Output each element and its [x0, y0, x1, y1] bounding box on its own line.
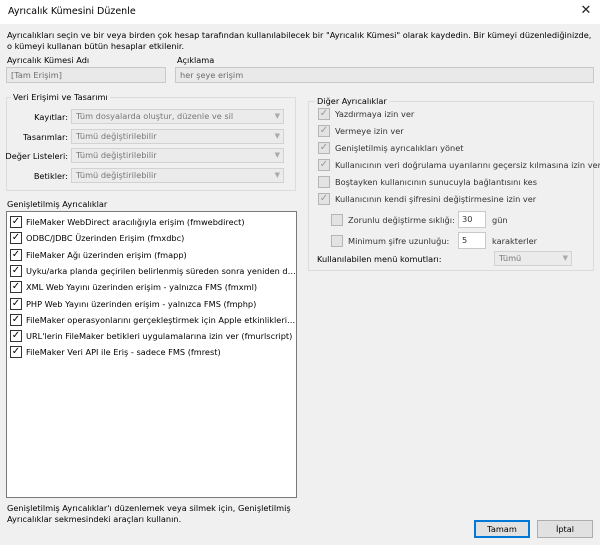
option-label: Genişletilmiş ayrıcalıkları yönet — [335, 143, 464, 153]
checkbox-checked[interactable]: ✓ — [10, 232, 22, 245]
min-length-input[interactable]: 5 — [458, 232, 486, 249]
list-item-label: FileMaker operasyonlarını gerçekleştirme… — [26, 314, 296, 325]
list-item[interactable]: ✓ FileMaker WebDirect aracılığıyla erişi… — [7, 214, 296, 230]
dialog-description: Ayrıcalıkları seçin ve bir veya birden ç… — [7, 30, 592, 51]
list-item-label: PHP Web Yayını üzerinden erişim - yalnız… — [26, 298, 257, 309]
checkbox-checked[interactable]: ✓ — [318, 159, 330, 171]
checkbox-checked[interactable]: ✓ — [318, 193, 330, 205]
list-item[interactable]: ✓ ODBC/JDBC Üzerinden Erişim (fmxdbc) — [7, 230, 296, 246]
checkbox-checked[interactable]: ✓ — [10, 264, 22, 277]
layouts-dropdown-value: Tümü değiştirilebilir — [76, 131, 157, 141]
change-frequency-unit: gün — [492, 215, 508, 225]
data-access-legend: Veri Erişimi ve Tasarımı — [11, 92, 110, 102]
layouts-dropdown[interactable]: Tümü değiştirilebilir ▼ — [71, 129, 284, 144]
override-validation-option[interactable]: ✓ Kullanıcının veri doğrulama uyarıların… — [318, 157, 600, 174]
checkbox-checked[interactable]: ✓ — [10, 281, 22, 294]
list-item-label: ODBC/JDBC Üzerinden Erişim (fmxdbc) — [26, 233, 185, 244]
list-item-label: XML Web Yayını üzerinden erişim - yalnız… — [26, 282, 258, 293]
list-item-label: Uyku/arka planda geçirilen belirlenmiş s… — [26, 265, 296, 276]
menu-commands-dropdown-value: Tümü — [499, 253, 522, 263]
option-label: Boştayken kullanıcının sunucuyla bağlant… — [335, 177, 537, 187]
change-password-option[interactable]: ✓ Kullanıcının kendi şifresini değiştirm… — [318, 191, 592, 208]
description-field-label: Açıklama — [177, 55, 215, 65]
scripts-dropdown[interactable]: Tümü değiştirilebilir ▼ — [71, 168, 284, 183]
name-field-label: Ayrıcalık Kümesi Adı — [7, 55, 90, 65]
list-item-label: FileMaker Ağı üzerinden erişim (fmapp) — [26, 249, 187, 260]
menu-commands-dropdown[interactable]: Tümü ▼ — [494, 251, 572, 266]
list-item-label: FileMaker WebDirect aracılığıyla erişim … — [26, 217, 245, 227]
option-label: Vermeye izin ver — [335, 126, 404, 136]
checkbox-checked[interactable]: ✓ — [10, 216, 22, 228]
chevron-down-icon: ▼ — [274, 151, 280, 159]
option-label: Zorunlu değiştirme sıklığı: — [348, 215, 455, 225]
change-frequency-option[interactable]: Zorunlu değiştirme sıklığı: — [331, 212, 461, 229]
menu-commands-label: Kullanılabilen menü komutları: — [317, 254, 442, 264]
option-label: Kullanıcının kendi şifresini değiştirmes… — [335, 194, 537, 204]
disconnect-idle-option[interactable]: Boştayken kullanıcının sunucuyla bağlant… — [318, 174, 592, 191]
cancel-button[interactable]: İptal — [537, 520, 593, 538]
records-label: Kayıtlar: — [34, 112, 68, 122]
list-item[interactable]: ✓ URL'lerin FileMaker betikleri uygulama… — [7, 328, 296, 344]
value-lists-label: Değer Listeleri: — [5, 151, 68, 161]
other-privileges-legend: Diğer Ayrıcalıklar — [315, 96, 389, 106]
change-frequency-input[interactable]: 30 — [458, 211, 486, 228]
checkbox-checked[interactable]: ✓ — [10, 248, 22, 261]
records-dropdown-value: Tüm dosyalarda oluştur, düzenle ve sil — [76, 111, 234, 121]
checkbox-unchecked[interactable] — [318, 176, 330, 188]
option-label: Minimum şifre uzunluğu: — [348, 236, 450, 246]
checkbox-checked[interactable]: ✓ — [10, 297, 22, 310]
privilege-set-name-field[interactable]: [Tam Erişim] — [6, 67, 166, 83]
checkbox-unchecked[interactable] — [331, 214, 343, 226]
list-item[interactable]: ✓ PHP Web Yayını üzerinden erişim - yaln… — [7, 296, 296, 312]
chevron-down-icon: ▼ — [562, 254, 568, 262]
scripts-dropdown-value: Tümü değiştirilebilir — [76, 170, 157, 180]
checkbox-checked[interactable]: ✓ — [10, 346, 22, 359]
extended-privileges-list[interactable]: ✓ FileMaker WebDirect aracılığıyla erişi… — [6, 211, 297, 498]
list-item[interactable]: ✓ FileMaker operasyonlarını gerçekleştir… — [7, 312, 296, 328]
option-label: Kullanıcının veri doğrulama uyarılarını … — [335, 160, 600, 170]
extended-privileges-note: Genişletilmiş Ayrıcalıklar'ı düzenlemek … — [7, 503, 291, 524]
chevron-down-icon: ▼ — [274, 132, 280, 140]
checkbox-checked[interactable]: ✓ — [318, 125, 330, 137]
ok-button[interactable]: Tamam — [474, 520, 530, 538]
option-label: Yazdırmaya izin ver — [335, 109, 415, 119]
checkbox-checked[interactable]: ✓ — [10, 313, 22, 326]
records-dropdown[interactable]: Tüm dosyalarda oluştur, düzenle ve sil ▼ — [71, 109, 284, 124]
checkbox-checked[interactable]: ✓ — [318, 108, 330, 120]
allow-exporting-option[interactable]: ✓ Vermeye izin ver — [318, 123, 592, 140]
privilege-set-description-field[interactable]: her şeye erişim — [175, 67, 594, 83]
list-item[interactable]: ✓ Uyku/arka planda geçirilen belirlenmiş… — [7, 263, 296, 279]
close-icon[interactable]: ✕ — [578, 3, 594, 19]
manage-extended-privileges-option[interactable]: ✓ Genişletilmiş ayrıcalıkları yönet — [318, 140, 592, 157]
list-item-label: URL'lerin FileMaker betikleri uygulamala… — [26, 331, 293, 342]
chevron-down-icon: ▼ — [274, 171, 280, 179]
extended-privileges-label: Genişletilmiş Ayrıcalıklar — [7, 199, 108, 209]
scripts-label: Betikler: — [33, 171, 68, 181]
value-lists-dropdown-value: Tümü değiştirilebilir — [76, 150, 157, 160]
checkbox-unchecked[interactable] — [331, 235, 343, 247]
list-item[interactable]: ✓ FileMaker Veri API ile Eriş - sadece F… — [7, 344, 296, 360]
layouts-label: Tasarımlar: — [23, 132, 68, 142]
checkbox-checked[interactable]: ✓ — [318, 142, 330, 154]
checkbox-checked[interactable]: ✓ — [10, 330, 22, 343]
list-item[interactable]: ✓ XML Web Yayını üzerinden erişim - yaln… — [7, 279, 296, 295]
window-title: Ayrıcalık Kümesini Düzenle — [8, 6, 136, 17]
min-length-option[interactable]: Minimum şifre uzunluğu: — [331, 233, 461, 250]
list-item-label: FileMaker Veri API ile Eriş - sadece FMS… — [26, 347, 221, 358]
min-length-unit: karakterler — [492, 236, 538, 246]
value-lists-dropdown[interactable]: Tümü değiştirilebilir ▼ — [71, 148, 284, 163]
chevron-down-icon: ▼ — [274, 112, 280, 120]
list-item[interactable]: ✓ FileMaker Ağı üzerinden erişim (fmapp) — [7, 247, 296, 263]
allow-printing-option[interactable]: ✓ Yazdırmaya izin ver — [318, 106, 592, 123]
